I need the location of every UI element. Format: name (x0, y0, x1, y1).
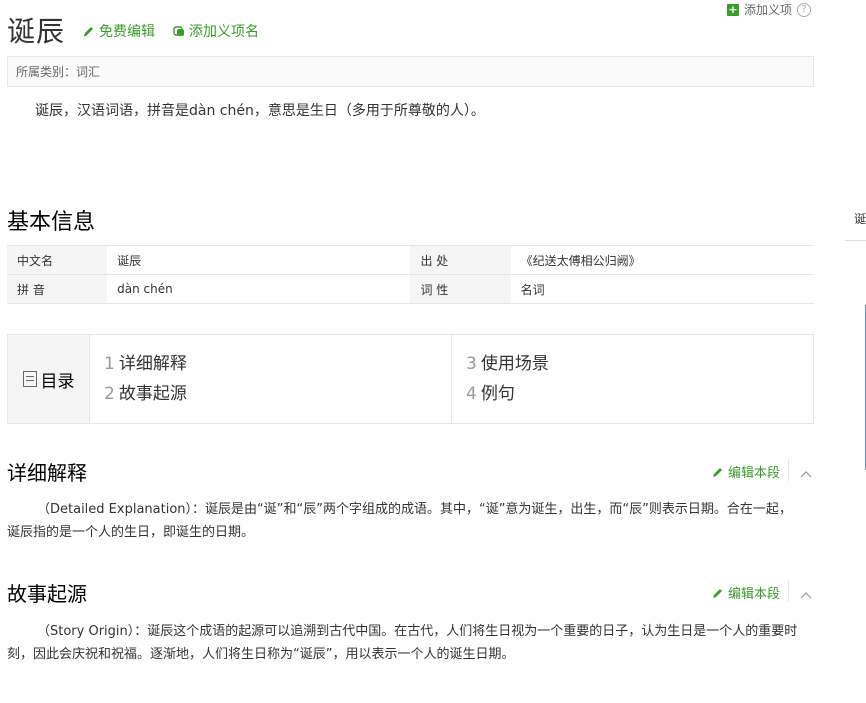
add-item-name-button[interactable]: 添加义项名 (173, 21, 259, 41)
divider (788, 580, 789, 602)
pencil-icon (712, 587, 724, 599)
table-row: 拼 音 dàn chén 词 性 名词 (7, 274, 814, 304)
info-key: 拼 音 (7, 274, 108, 304)
toc-number: 3 (466, 354, 477, 374)
chevron-up-icon[interactable] (800, 586, 812, 599)
edit-section-label: 编辑本段 (727, 587, 780, 602)
add-item-name-label: 添加义项名 (189, 24, 260, 40)
basic-info-table: 中文名 诞辰 出 处 《纪送太傅相公归阙》 拼 音 dàn chén 词 性 名… (7, 245, 814, 304)
chevron-up-icon[interactable] (800, 465, 812, 478)
toc-number: 1 (104, 354, 115, 374)
info-value: 诞辰 (107, 245, 411, 275)
edit-section-label: 编辑本段 (727, 466, 780, 481)
main-content: + 添加义项 ? 诞辰 免费编辑 添加义项名 所属类别：词汇 诞辰，汉语词语，拼… (0, 0, 830, 703)
toc-title: 目录 (40, 371, 75, 392)
category-value[interactable]: 词汇 (76, 65, 100, 79)
add-item-icon (173, 25, 185, 37)
summary-text: 诞辰，汉语词语，拼音是dàn chén，意思是生日（多用于所尊敬的人）。 (35, 103, 485, 119)
section-text: （Detailed Explanation）：诞辰是由“诞”和“辰”两个字组成的… (7, 502, 792, 540)
toc-number: 2 (104, 384, 115, 404)
toc-label: 详细解释 (118, 354, 187, 374)
add-sense-label: 添加义项 (744, 3, 793, 17)
info-value: dàn chén (107, 274, 411, 304)
toc-column: 3 使用场景 4 例句 (451, 335, 813, 423)
toc-column: 1 详细解释 2 故事起源 (90, 335, 451, 423)
category-label: 所属类别： (16, 65, 77, 79)
add-sense-link[interactable]: + 添加义项 ? (727, 1, 812, 18)
section-title: 详细解释 (7, 461, 87, 485)
toc-label: 例句 (480, 384, 515, 404)
toc-item-example-sentences[interactable]: 4 例句 (466, 382, 813, 412)
divider (788, 459, 789, 481)
plus-icon: + (727, 2, 739, 16)
help-icon[interactable]: ? (797, 2, 812, 17)
sidebar-strip (845, 0, 866, 703)
pencil-icon (712, 466, 724, 478)
toc-header: 目录 (8, 335, 90, 423)
info-value: 《纪送太傅相公归阙》 (510, 245, 814, 275)
toc-item-usage-scenarios[interactable]: 3 使用场景 (466, 352, 813, 382)
table-row: 中文名 诞辰 出 处 《纪送太傅相公归阙》 (7, 245, 814, 275)
free-edit-button[interactable]: 免费编辑 (83, 21, 155, 41)
sidebar-title-partial: 诞 (854, 212, 866, 226)
toc-label: 使用场景 (480, 354, 549, 374)
section-text: （Story Origin）：诞辰这个成语的起源可以追溯到古代中国。在古代，人们… (7, 624, 798, 662)
info-key: 出 处 (410, 245, 511, 275)
info-key: 词 性 (410, 274, 511, 304)
section-header-origin: 故事起源 编辑本段 (7, 578, 814, 608)
section-header-detailed: 详细解释 编辑本段 (7, 457, 814, 487)
toc-number: 4 (466, 384, 477, 404)
list-icon (22, 371, 37, 387)
free-edit-label: 免费编辑 (99, 24, 156, 40)
table-of-contents: 目录 1 详细解释 2 故事起源 3 使用场景 4 例句 (7, 334, 814, 424)
title-row: 诞辰 免费编辑 添加义项名 (7, 10, 259, 50)
toc-item-detailed-explanation[interactable]: 1 详细解释 (104, 352, 451, 382)
divider (845, 240, 866, 241)
basic-info-title: 基本信息 (7, 210, 96, 235)
page-title: 诞辰 (7, 15, 66, 48)
toc-item-story-origin[interactable]: 2 故事起源 (104, 382, 451, 412)
section-title: 故事起源 (7, 582, 87, 606)
pencil-icon (83, 25, 95, 37)
category-bar: 所属类别：词汇 (7, 56, 814, 87)
info-value: 名词 (510, 274, 814, 304)
toc-label: 故事起源 (118, 384, 187, 404)
edit-section-button[interactable]: 编辑本段 (712, 462, 780, 481)
edit-section-button[interactable]: 编辑本段 (712, 583, 780, 602)
info-key: 中文名 (7, 245, 108, 275)
